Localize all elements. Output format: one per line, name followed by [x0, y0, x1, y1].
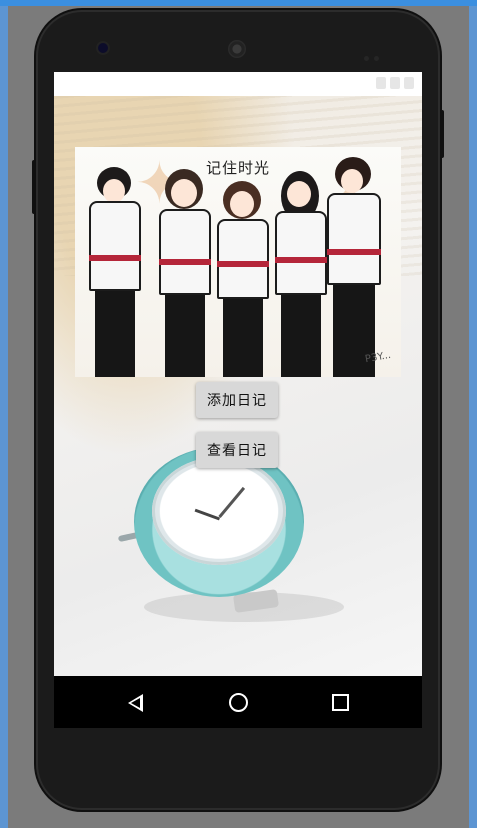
character-2	[153, 169, 217, 377]
status-icons	[376, 77, 414, 89]
character-3	[213, 181, 273, 377]
recents-square-icon	[332, 694, 349, 711]
recents-button[interactable]	[330, 692, 352, 714]
character-5	[321, 157, 387, 377]
signal-icon	[390, 77, 400, 89]
add-diary-button[interactable]: 添加日记	[196, 382, 278, 418]
home-button[interactable]	[228, 692, 250, 714]
device-screen: ✦ ✦ 记住时光	[54, 72, 422, 728]
proximity-sensors	[364, 46, 384, 61]
back-button[interactable]	[126, 692, 148, 714]
clock-face	[152, 457, 286, 565]
volume-button[interactable]	[32, 160, 36, 214]
wifi-icon	[376, 77, 386, 89]
battery-icon	[404, 77, 414, 89]
status-bar	[54, 72, 422, 96]
navigation-bar	[54, 676, 422, 728]
view-diary-button[interactable]: 查看日记	[196, 432, 278, 468]
front-camera	[98, 43, 108, 53]
back-triangle-icon	[128, 694, 143, 712]
window-top-strip	[0, 0, 477, 6]
header-illustration: ✦ ✦ 记住时光	[75, 147, 401, 377]
window-left-edge	[0, 6, 8, 828]
window-right-edge	[469, 6, 477, 828]
character-1	[83, 167, 149, 377]
power-button[interactable]	[440, 110, 444, 158]
earpiece-speaker	[228, 40, 246, 58]
home-circle-icon	[229, 693, 248, 712]
